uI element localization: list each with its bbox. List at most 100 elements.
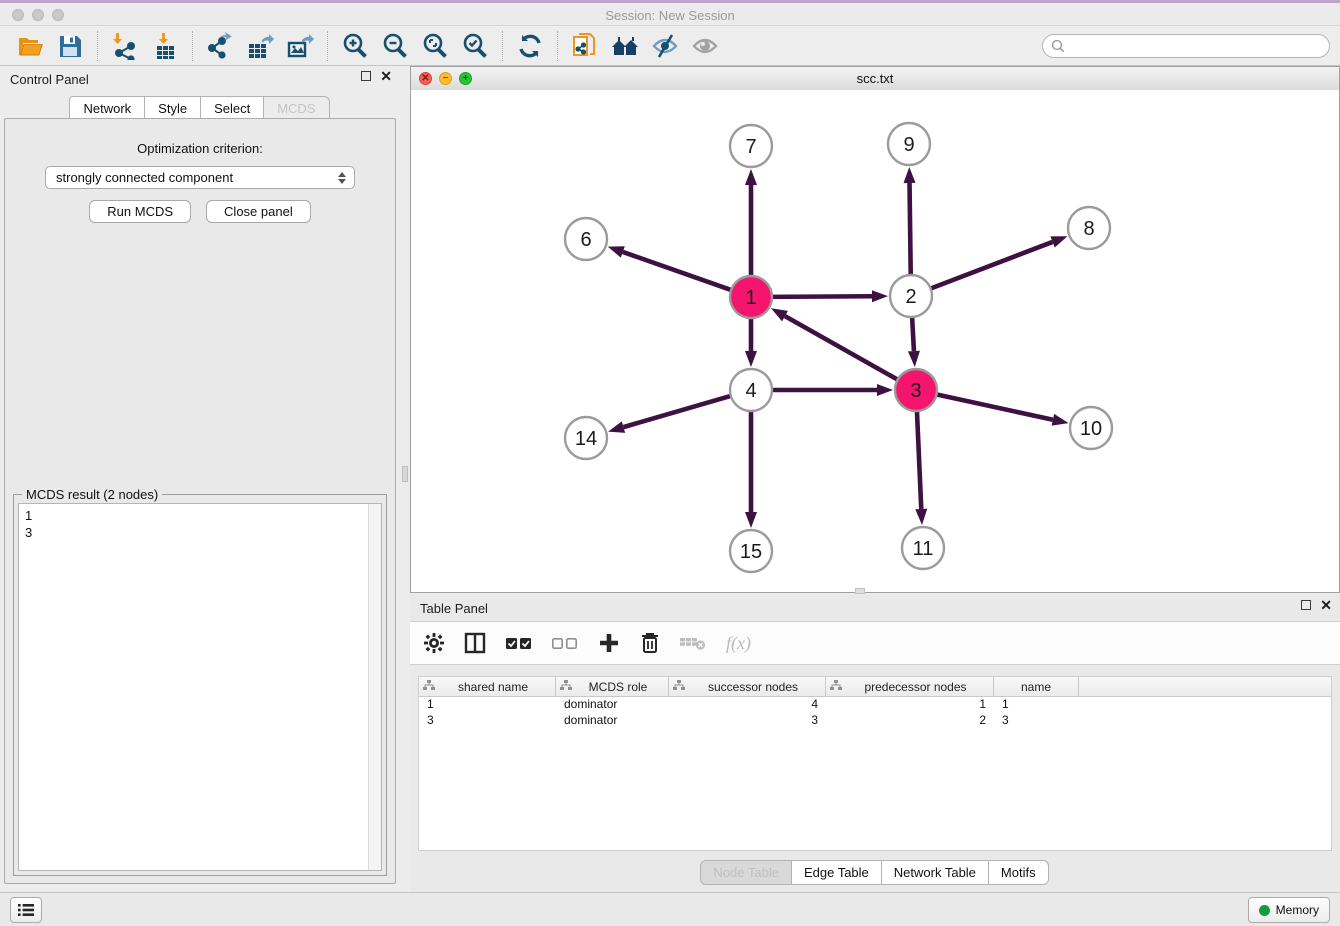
table-cell[interactable]: 1	[419, 697, 556, 713]
graph-edge-2-8[interactable]	[929, 242, 1053, 289]
export-network-icon[interactable]	[200, 29, 240, 63]
edge-arrowhead	[745, 512, 757, 528]
column-header-label: predecessor nodes	[842, 680, 989, 694]
result-scrollbar[interactable]	[368, 504, 381, 870]
column-header-label: shared name	[435, 680, 551, 694]
clone-network-icon[interactable]	[565, 29, 605, 63]
delete-column-icon[interactable]	[640, 629, 660, 657]
toolbar-search[interactable]	[1042, 34, 1330, 58]
deselect-all-icon[interactable]	[552, 629, 578, 657]
delete-table-icon[interactable]	[680, 629, 706, 657]
apply-layout-icon[interactable]	[510, 29, 550, 63]
node-table[interactable]: shared name MCDS role successor nodes prede…	[418, 676, 1332, 851]
first-neighbors-icon[interactable]	[605, 29, 645, 63]
graph-edge-3-10[interactable]	[935, 394, 1053, 420]
float-panel-icon[interactable]	[361, 71, 371, 81]
zoom-out-icon[interactable]	[375, 29, 415, 63]
edge-arrowhead	[915, 509, 927, 525]
graph-edge-2-3[interactable]	[912, 315, 914, 351]
table-cell[interactable]: dominator	[556, 697, 669, 713]
table-row[interactable]: 1dominator411	[419, 697, 1331, 713]
column-header-predecessor-nodes[interactable]: predecessor nodes	[826, 677, 994, 696]
function-builder-icon[interactable]: f(x)	[726, 629, 751, 657]
memory-label: Memory	[1276, 903, 1319, 917]
search-icon	[1051, 39, 1065, 53]
mcds-result-area[interactable]: 13	[18, 503, 382, 871]
tab-motifs[interactable]: Motifs	[988, 860, 1049, 885]
export-image-icon[interactable]	[280, 29, 320, 63]
tab-network-table[interactable]: Network Table	[881, 860, 989, 885]
window-title: Session: New Session	[0, 8, 1340, 23]
hide-selected-icon[interactable]	[645, 29, 685, 63]
network-canvas[interactable]: 7968124314101511	[411, 90, 1339, 592]
graph-edge-1-6[interactable]	[623, 252, 733, 291]
import-network-icon[interactable]	[105, 29, 145, 63]
search-input[interactable]	[1065, 38, 1321, 54]
edge-arrowhead	[1050, 236, 1067, 247]
select-all-icon[interactable]	[506, 629, 532, 657]
list-icon	[18, 903, 34, 917]
run-mcds-button[interactable]: Run MCDS	[89, 200, 191, 223]
memory-status-icon	[1259, 905, 1270, 916]
network-window: ✕ − + scc.txt 7968124314101511	[410, 66, 1340, 593]
task-history-button[interactable]	[10, 897, 42, 923]
table-header-row: shared name MCDS role successor nodes prede…	[419, 677, 1331, 697]
split-columns-icon[interactable]	[464, 629, 486, 657]
open-session-icon[interactable]	[10, 29, 50, 63]
column-header-MCDS-role[interactable]: MCDS role	[556, 677, 669, 696]
table-cell[interactable]: 4	[669, 697, 826, 713]
save-session-icon[interactable]	[50, 29, 90, 63]
column-header-name[interactable]: name	[994, 677, 1079, 696]
table-panel: Table Panel ✕ f(x) shared nameMCDS ro	[410, 595, 1340, 893]
zoom-in-icon[interactable]	[335, 29, 375, 63]
graph-edge-2-9[interactable]	[910, 183, 911, 277]
node-label: 15	[740, 541, 762, 563]
tab-edge-table[interactable]: Edge Table	[791, 860, 882, 885]
edge-arrowhead	[877, 384, 893, 396]
show-hidden-icon[interactable]	[685, 29, 725, 63]
column-header-shared-name[interactable]: shared name	[419, 677, 556, 696]
table-cell[interactable]: dominator	[556, 713, 669, 729]
close-panel-icon[interactable]: ✕	[380, 71, 392, 81]
column-type-icon	[560, 680, 572, 694]
column-header-successor-nodes[interactable]: successor nodes	[669, 677, 826, 696]
tab-node-table[interactable]: Node Table	[700, 860, 792, 885]
network-window-titlebar[interactable]: ✕ − + scc.txt	[411, 67, 1339, 91]
graph-edge-1-2[interactable]	[770, 296, 872, 297]
vertical-splitter[interactable]	[400, 66, 410, 893]
float-table-panel-icon[interactable]	[1301, 600, 1311, 610]
memory-button[interactable]: Memory	[1248, 897, 1330, 923]
add-column-icon[interactable]	[598, 629, 620, 657]
splitter-grip[interactable]	[402, 466, 408, 482]
mcds-result-lines: 13	[19, 504, 381, 544]
table-cell[interactable]: 3	[994, 713, 1079, 729]
horizontal-splitter-grip[interactable]	[855, 588, 865, 594]
column-type-icon	[423, 680, 435, 694]
graph-edge-3-11[interactable]	[917, 409, 921, 509]
export-table-icon[interactable]	[240, 29, 280, 63]
status-bar: Memory	[0, 892, 1340, 926]
result-line: 3	[25, 524, 375, 541]
network-window-title: scc.txt	[411, 71, 1339, 86]
gear-icon[interactable]	[424, 629, 444, 657]
column-header-label: MCDS role	[572, 680, 664, 694]
mcds-result-title: MCDS result (2 nodes)	[22, 487, 162, 502]
import-table-icon[interactable]	[145, 29, 185, 63]
window-titlebar: Session: New Session	[0, 0, 1340, 26]
node-label: 7	[745, 136, 756, 158]
table-row[interactable]: 3dominator323	[419, 713, 1331, 729]
graph-edge-3-1[interactable]	[785, 316, 899, 381]
table-cell[interactable]: 1	[826, 697, 994, 713]
table-cell[interactable]: 1	[994, 697, 1079, 713]
graph-edge-4-14[interactable]	[623, 395, 732, 427]
close-panel-button[interactable]: Close panel	[206, 200, 311, 223]
zoom-selected-icon[interactable]	[455, 29, 495, 63]
dropdown-stepper-icon	[338, 172, 348, 184]
table-cell[interactable]: 3	[669, 713, 826, 729]
optimization-criterion-select[interactable]: strongly connected component	[45, 166, 355, 189]
table-cell[interactable]: 3	[419, 713, 556, 729]
network-graph[interactable]: 7968124314101511	[411, 90, 1339, 592]
table-cell[interactable]: 2	[826, 713, 994, 729]
close-table-panel-icon[interactable]: ✕	[1320, 600, 1332, 610]
zoom-fit-icon[interactable]	[415, 29, 455, 63]
